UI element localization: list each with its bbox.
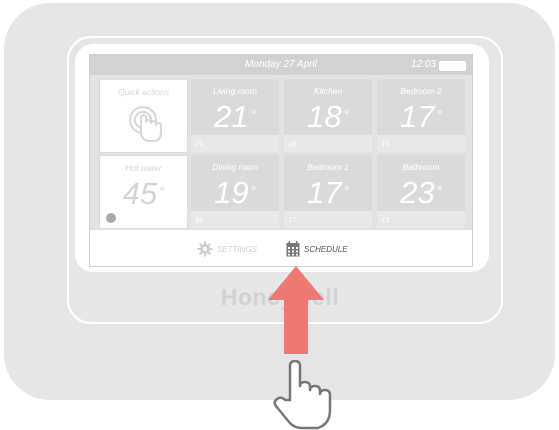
zone-tile-bedroom-1[interactable]: Bedroom 1 17 ° 17: [284, 155, 372, 228]
zone-name: Kitchen: [313, 86, 343, 96]
calendar-icon: [286, 241, 300, 257]
zone-setpoint: 17: [284, 211, 372, 228]
zone-setpoint: 15: [377, 135, 465, 152]
pointing-hand-icon: [273, 360, 332, 430]
hot-water-label: Hot water: [125, 163, 162, 173]
bottom-menu: SETTINGS SCHEDULE: [90, 231, 472, 266]
zone-name: Bedroom 1: [307, 162, 349, 172]
zone-temperature: 17 °: [400, 99, 442, 134]
zone-temperature: 19 °: [214, 175, 256, 210]
schedule-label: SCHEDULE: [304, 244, 348, 254]
hot-water-status-dot: [106, 213, 116, 223]
up-arrow-icon: [268, 266, 324, 354]
zone-name: Bathroom: [402, 162, 440, 172]
zone-tile-bedroom-2[interactable]: Bedroom 2 17 ° 15: [377, 79, 465, 152]
touch-hand-icon: [129, 106, 162, 142]
gear-icon: [197, 241, 213, 257]
time-label: 12:03: [410, 59, 436, 70]
quick-actions-tile[interactable]: Quick actions: [99, 79, 188, 153]
zone-temperature: 17 °: [307, 175, 349, 210]
settings-label: SETTINGS: [217, 244, 258, 254]
zone-tile-kitchen[interactable]: Kitchen 18 ° 18: [284, 79, 372, 152]
thermostat-screen: Monday 27 April 12:03 Quick actions Livi…: [89, 54, 473, 267]
zone-setpoint: 23: [377, 211, 465, 228]
hot-water-tile[interactable]: Hot water 45 °: [99, 155, 188, 229]
zone-name: Dining room: [212, 162, 258, 172]
status-bar: Monday 27 April 12:03: [90, 55, 472, 75]
zone-tile-bathroom[interactable]: Bathroom 23 ° 23: [377, 155, 465, 228]
settings-button[interactable]: SETTINGS: [197, 241, 257, 257]
zone-setpoint: 21: [191, 135, 279, 152]
zone-setpoint: 18: [284, 135, 372, 152]
zone-temperature: 23 °: [400, 175, 442, 210]
zone-name: Bedroom 2: [400, 86, 442, 96]
zone-temperature: 21 °: [214, 99, 256, 134]
battery-icon: [439, 61, 466, 71]
zone-name: Living room: [213, 86, 257, 96]
zone-tile-living-room[interactable]: Living room 21 ° 21: [191, 79, 279, 152]
hot-water-temperature: 45 °: [122, 176, 165, 211]
zone-grid: Quick actions Living room 21 ° 21 Kitchen…: [90, 75, 472, 230]
zone-setpoint: 18: [191, 211, 279, 228]
zone-tile-dining-room[interactable]: Dining room 19 ° 18: [191, 155, 279, 228]
quick-actions-label: Quick actions: [117, 87, 170, 97]
schedule-button[interactable]: SCHEDULE: [286, 241, 348, 257]
zone-temperature: 18 °: [307, 99, 349, 134]
